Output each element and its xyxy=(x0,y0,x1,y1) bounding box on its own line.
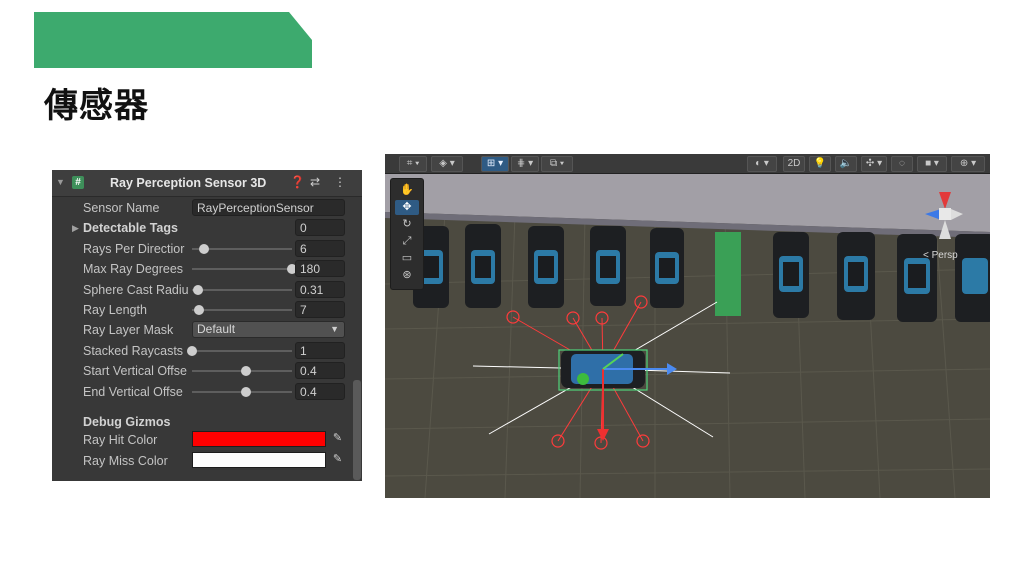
rotate-tool-icon[interactable]: ↻ xyxy=(395,217,419,232)
max-ray-degrees-row: Max Ray Degrees 180 xyxy=(52,259,362,279)
component-title: Ray Perception Sensor 3D xyxy=(110,176,267,190)
move-tool-icon[interactable]: ✥ xyxy=(395,200,419,215)
end-vertical-offset-label: End Vertical Offse xyxy=(83,385,183,399)
sensor-name-label: Sensor Name xyxy=(83,201,160,215)
scene-view[interactable]: ⌗ ▾ ◈ ▾ ⊞ ▾ ⋕ ▾ ⧉ ▾ ◐ ▾ 2D 💡 🔈 ✣ ▾ ◌ ■ ▾… xyxy=(385,154,990,498)
ray-layer-mask-row: Ray Layer Mask Default ▼ xyxy=(52,320,362,340)
sphere-cast-radius-slider[interactable] xyxy=(192,289,292,291)
start-vertical-offset-row: Start Vertical Offse 0.4 xyxy=(52,361,362,381)
parked-car xyxy=(465,224,501,308)
max-ray-degrees-field[interactable]: 180 xyxy=(295,260,345,277)
script-icon: # xyxy=(72,176,84,189)
component-header[interactable]: ▼ # Ray Perception Sensor 3D ❓ ⇄ ⋮ xyxy=(52,170,362,197)
lighting-icon[interactable]: 💡 xyxy=(809,156,831,172)
scene-canvas xyxy=(385,154,990,498)
debug-gizmos-row: Debug Gizmos xyxy=(52,412,362,432)
rays-per-direction-slider-handle[interactable] xyxy=(199,244,209,254)
preset-icon[interactable]: ⇄ xyxy=(310,175,320,189)
ray-layer-mask-dropdown[interactable]: Default ▼ xyxy=(192,321,345,338)
start-vertical-offset-field[interactable]: 0.4 xyxy=(295,362,345,379)
tool-palette: ✋ ✥ ↻ ⤢ ▭ ⊛ xyxy=(390,178,424,290)
goal-marker xyxy=(715,232,741,316)
ray-miss-color-label: Ray Miss Color xyxy=(83,454,168,468)
slide-title: 傳感器 xyxy=(44,86,149,126)
ray-layer-mask-value: Default xyxy=(197,322,236,336)
inspector-panel: ▼ # Ray Perception Sensor 3D ❓ ⇄ ⋮ Senso… xyxy=(52,170,362,481)
2d-toggle-button[interactable]: 2D xyxy=(783,156,805,172)
parked-car xyxy=(650,228,684,308)
increment-snap-dropdown[interactable]: ⋕ ▾ xyxy=(511,156,539,172)
camera-dropdown[interactable]: ■ ▾ xyxy=(917,156,947,172)
stacked-raycasts-slider-handle[interactable] xyxy=(187,346,197,356)
transform-tool-icon[interactable]: ⊛ xyxy=(395,268,419,283)
rays-per-direction-row: Rays Per Directior 6 xyxy=(52,239,362,259)
ray-hit-color-swatch[interactable] xyxy=(192,431,326,447)
stacked-raycasts-slider[interactable] xyxy=(192,350,292,352)
rect-tool-icon[interactable]: ▭ xyxy=(395,251,419,266)
sensor-name-row: Sensor Name RayPerceptionSensor xyxy=(52,198,362,218)
ray-length-slider[interactable] xyxy=(192,309,292,311)
max-ray-degrees-label: Max Ray Degrees xyxy=(83,262,184,276)
detectable-tags-foldout-icon[interactable]: ▶ xyxy=(72,223,79,234)
grid-snap-dropdown[interactable]: ⊞ ▾ xyxy=(481,156,509,172)
max-ray-degrees-slider[interactable] xyxy=(192,268,292,270)
draw-mode-dropdown[interactable]: ⌗ ▾ xyxy=(399,156,427,172)
sphere-cast-radius-field[interactable]: 0.31 xyxy=(295,281,345,298)
effects-dropdown[interactable]: ✣ ▾ xyxy=(861,156,887,172)
ray-hit-color-row: Ray Hit Color ✎ xyxy=(52,430,362,450)
debug-gizmos-label: Debug Gizmos xyxy=(83,415,171,429)
detectable-tags-count-field[interactable]: 0 xyxy=(295,219,345,236)
end-vertical-offset-slider-handle[interactable] xyxy=(241,387,251,397)
ray-hit-color-label: Ray Hit Color xyxy=(83,433,158,447)
draw-mode-circle-dropdown[interactable]: ◐ ▾ xyxy=(747,156,777,172)
ray-length-label: Ray Length xyxy=(83,303,147,317)
eyedropper-icon[interactable]: ✎ xyxy=(330,431,345,447)
chevron-down-icon: ▼ xyxy=(330,324,339,334)
eyedropper-icon[interactable]: ✎ xyxy=(330,452,345,468)
sphere-cast-radius-label: Sphere Cast Radiu xyxy=(83,283,189,297)
end-vertical-offset-row: End Vertical Offse 0.4 xyxy=(52,382,362,402)
parked-car xyxy=(955,234,990,322)
sensor-name-field[interactable]: RayPerceptionSensor xyxy=(192,199,345,216)
rays-per-direction-label: Rays Per Directior xyxy=(83,242,185,256)
start-vertical-offset-label: Start Vertical Offse xyxy=(83,364,187,378)
detectable-tags-row: ▶ Detectable Tags 0 xyxy=(52,218,362,238)
parked-car xyxy=(897,234,937,322)
detectable-tags-label[interactable]: Detectable Tags xyxy=(83,221,191,235)
vertex-snap-dropdown[interactable]: ⧉ ▾ xyxy=(541,156,573,172)
stacked-raycasts-row: Stacked Raycasts 1 xyxy=(52,341,362,361)
hand-tool-icon[interactable]: ✋ xyxy=(395,183,419,198)
sphere-cast-radius-row: Sphere Cast Radiu 0.31 xyxy=(52,280,362,300)
gizmos-dropdown[interactable]: ⊕ ▾ xyxy=(951,156,985,172)
parked-car xyxy=(590,226,626,306)
ray-layer-mask-label: Ray Layer Mask xyxy=(83,323,174,337)
parked-car xyxy=(528,226,564,308)
sphere-cast-radius-slider-handle[interactable] xyxy=(193,285,203,295)
kebab-menu-icon[interactable]: ⋮ xyxy=(334,175,346,189)
scale-tool-icon[interactable]: ⤢ xyxy=(395,234,419,249)
accent-banner xyxy=(34,12,312,68)
parked-car xyxy=(837,232,875,320)
ray-length-field[interactable]: 7 xyxy=(295,301,345,318)
inspector-scrollbar[interactable] xyxy=(353,380,361,480)
ray-length-slider-handle[interactable] xyxy=(194,305,204,315)
hidden-objects-icon[interactable]: ◌ xyxy=(891,156,913,172)
end-vertical-offset-field[interactable]: 0.4 xyxy=(295,383,345,400)
scene-toolbar: ⌗ ▾ ◈ ▾ ⊞ ▾ ⋕ ▾ ⧉ ▾ ◐ ▾ 2D 💡 🔈 ✣ ▾ ◌ ■ ▾… xyxy=(385,154,990,174)
rays-per-direction-field[interactable]: 6 xyxy=(295,240,345,257)
start-vertical-offset-slider-handle[interactable] xyxy=(241,366,251,376)
stacked-raycasts-field[interactable]: 1 xyxy=(295,342,345,359)
foldout-arrow-icon[interactable]: ▼ xyxy=(56,177,65,187)
ray-miss-color-row: Ray Miss Color ✎ xyxy=(52,451,362,471)
audio-icon[interactable]: 🔈 xyxy=(835,156,857,172)
ray-miss-color-swatch[interactable] xyxy=(192,452,326,468)
projection-label[interactable]: < Persp xyxy=(923,250,958,261)
stacked-raycasts-label: Stacked Raycasts xyxy=(83,344,184,358)
parked-car xyxy=(773,232,809,318)
ray-length-row: Ray Length 7 xyxy=(52,300,362,320)
shading-dropdown[interactable]: ◈ ▾ xyxy=(431,156,463,172)
help-icon[interactable]: ❓ xyxy=(290,175,305,189)
